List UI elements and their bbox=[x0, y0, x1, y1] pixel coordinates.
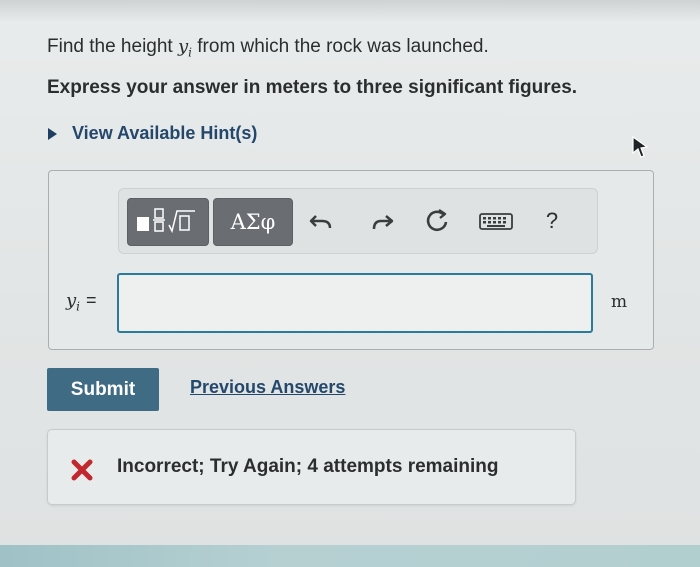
templates-icon bbox=[137, 208, 195, 234]
submit-button[interactable]: Submit bbox=[47, 368, 159, 411]
symbols-button[interactable]: ΑΣφ bbox=[213, 198, 293, 246]
templates-button[interactable] bbox=[127, 198, 209, 246]
bottom-strip bbox=[0, 545, 700, 567]
instruction-text: Express your answer in meters to three s… bbox=[47, 77, 578, 98]
unit-label: m bbox=[611, 292, 628, 312]
reset-icon[interactable] bbox=[421, 205, 453, 237]
help-icon[interactable]: ? bbox=[540, 206, 564, 236]
question-text: Find the height yi from which the rock w… bbox=[47, 36, 489, 60]
keyboard-icon[interactable] bbox=[478, 205, 514, 237]
question-variable: yi bbox=[177, 36, 192, 60]
top-shadow bbox=[0, 0, 700, 22]
answer-input[interactable] bbox=[117, 273, 593, 333]
undo-icon[interactable] bbox=[306, 205, 338, 237]
x-icon bbox=[71, 459, 93, 481]
mouse-cursor-icon bbox=[632, 135, 649, 158]
expand-triangle-icon bbox=[48, 127, 57, 140]
question-text-after: from which the rock was launched. bbox=[192, 36, 489, 57]
previous-answers-link[interactable]: Previous Answers bbox=[190, 377, 345, 398]
feedback-text: Incorrect; Try Again; 4 attempts remaini… bbox=[117, 456, 499, 477]
redo-icon[interactable] bbox=[366, 205, 398, 237]
answer-variable-label: yi = bbox=[66, 290, 97, 314]
question-text-before: Find the height bbox=[47, 36, 178, 57]
view-hints-label: View Available Hint(s) bbox=[72, 123, 258, 143]
view-hints-toggle[interactable]: View Available Hint(s) bbox=[48, 123, 257, 144]
